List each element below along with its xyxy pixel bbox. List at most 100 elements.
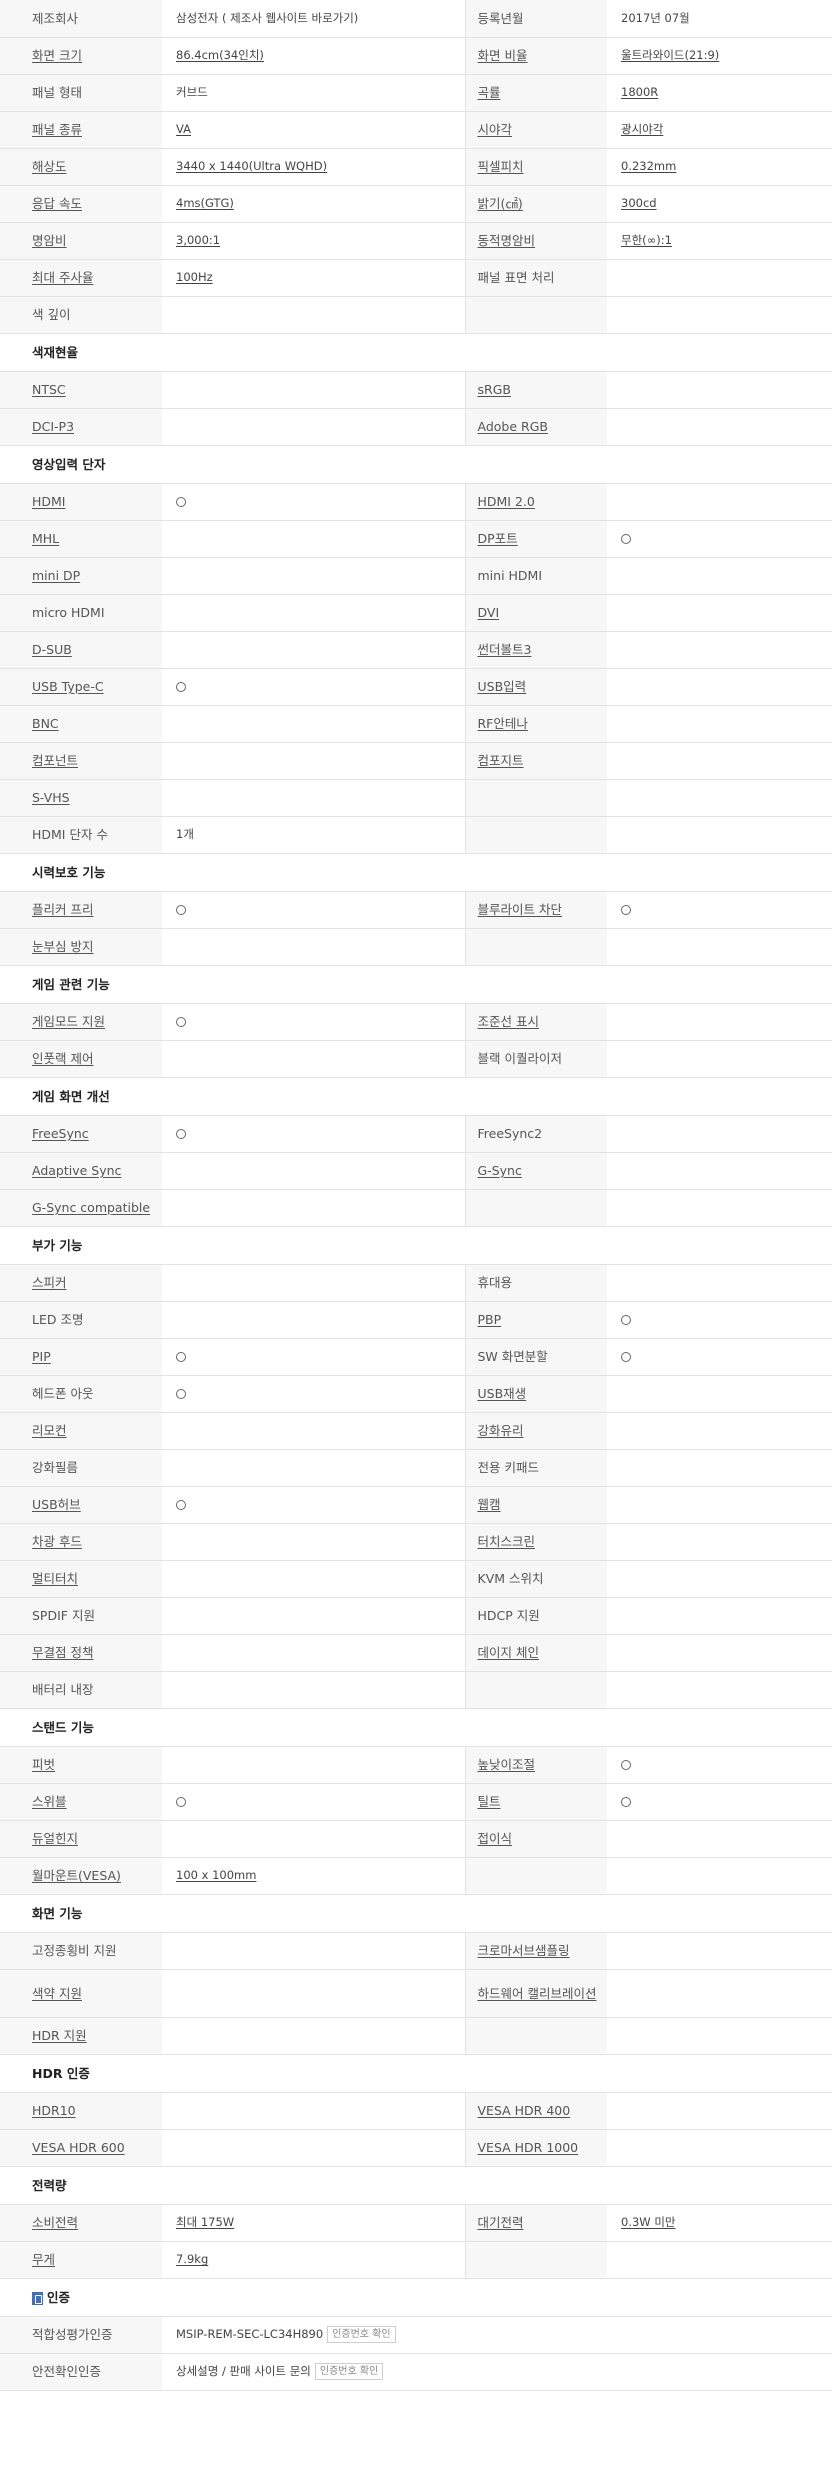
spec-value[interactable]: 무한(∞):1 [621, 233, 672, 247]
spec-label-vesa-hdr-1000[interactable]: VESA HDR 1000 [478, 2140, 579, 2155]
spec-label-화면-비율[interactable]: 화면 비율 [478, 48, 528, 63]
spec-value[interactable]: 울트라와이드(21:9) [621, 48, 719, 62]
spec-label-cell: Adobe RGB [464, 408, 607, 446]
spec-label-곡률[interactable]: 곡률 [478, 85, 501, 100]
spec-label-hdr10[interactable]: HDR10 [32, 2103, 76, 2118]
spec-label-터치스크린[interactable]: 터치스크린 [478, 1534, 536, 1549]
spec-label-cell: 스위블 [0, 1783, 162, 1821]
spec-label-pbp[interactable]: PBP [478, 1312, 502, 1327]
spec-label-틸트[interactable]: 틸트 [478, 1794, 501, 1809]
spec-label-s-vhs[interactable]: S-VHS [32, 790, 70, 805]
spec-label-최대-주사율[interactable]: 최대 주사율 [32, 270, 93, 285]
spec-label-듀얼힌지[interactable]: 듀얼힌지 [32, 1831, 78, 1846]
spec-label-d-sub[interactable]: D-SUB [32, 642, 72, 657]
spec-value[interactable]: 4ms(GTG) [176, 196, 234, 210]
spec-label-mini-dp[interactable]: mini DP [32, 568, 80, 583]
spec-value[interactable]: 0.232mm [621, 159, 676, 173]
section-title-text: 스탠드 기능 [32, 1719, 94, 1735]
cert-number-check-button[interactable]: 인증번호 확인 [327, 2326, 396, 2343]
spec-label-hdmi-2.0[interactable]: HDMI 2.0 [478, 494, 535, 509]
spec-label-usb-type-c[interactable]: USB Type-C [32, 679, 104, 694]
spec-label-소비전력[interactable]: 소비전력 [32, 2215, 78, 2230]
spec-label-시야각[interactable]: 시야각 [478, 122, 513, 137]
spec-label-썬더볼트3[interactable]: 썬더볼트3 [478, 642, 532, 657]
spec-label-adobe-rgb[interactable]: Adobe RGB [478, 419, 548, 434]
spec-label-인풋랙-제어[interactable]: 인풋랙 제어 [32, 1051, 93, 1066]
spec-label-차광-후드[interactable]: 차광 후드 [32, 1534, 82, 1549]
spec-label-리모컨[interactable]: 리모컨 [32, 1423, 67, 1438]
spec-label-usb허브[interactable]: USB허브 [32, 1497, 81, 1512]
spec-label-명암비[interactable]: 명암비 [32, 233, 67, 248]
spec-label-높낮이조절[interactable]: 높낮이조절 [478, 1757, 536, 1772]
spec-label-adaptive-sync[interactable]: Adaptive Sync [32, 1163, 121, 1178]
spec-label-dvi[interactable]: DVI [478, 605, 500, 620]
spec-label-화면-크기[interactable]: 화면 크기 [32, 48, 82, 63]
spec-label-플리커-프리[interactable]: 플리커 프리 [32, 902, 93, 917]
spec-label-srgb[interactable]: sRGB [478, 382, 511, 397]
spec-label-색약-지원[interactable]: 색약 지원 [32, 1986, 82, 2001]
spec-label-크로마서브샘플링[interactable]: 크로마서브샘플링 [478, 1943, 570, 1958]
spec-label-dp포트[interactable]: DP포트 [478, 531, 518, 546]
spec-value[interactable]: 100 x 100mm [176, 1868, 256, 1882]
spec-label-멀티터치[interactable]: 멀티터치 [32, 1571, 78, 1586]
spec-label-스피커[interactable]: 스피커 [32, 1275, 67, 1290]
spec-label-g-sync[interactable]: G-Sync [478, 1163, 522, 1178]
spec-value[interactable]: 최대 175W [176, 2215, 234, 2229]
spec-label-해상도[interactable]: 해상도 [32, 159, 67, 174]
spec-label-월마운트(vesa)[interactable]: 월마운트(VESA) [32, 1868, 121, 1883]
spec-label-스위블[interactable]: 스위블 [32, 1794, 67, 1809]
spec-label-게임모드-지원[interactable]: 게임모드 지원 [32, 1014, 105, 1029]
spec-label-무결점-정책[interactable]: 무결점 정책 [32, 1645, 93, 1660]
spec-label-hdmi[interactable]: HDMI [32, 494, 66, 509]
spec-label-hdr-지원[interactable]: HDR 지원 [32, 2028, 87, 2043]
spec-label-g-sync-compatible[interactable]: G-Sync compatible [32, 1200, 150, 1215]
spec-label-cell: 웹캠 [464, 1486, 607, 1524]
spec-label-usb재생[interactable]: USB재생 [478, 1386, 527, 1401]
spec-value-cell [607, 705, 832, 743]
spec-value[interactable]: 3,000:1 [176, 233, 220, 247]
spec-label-vesa-hdr-600[interactable]: VESA HDR 600 [32, 2140, 125, 2155]
spec-label-밝기(㎠)[interactable]: 밝기(㎠) [478, 196, 523, 211]
spec-label-픽셀피치[interactable]: 픽셀피치 [478, 159, 524, 174]
spec-label-패널-형태: 패널 형태 [32, 85, 82, 100]
spec-label-대기전력[interactable]: 대기전력 [478, 2215, 524, 2230]
spec-label-블루라이트-차단[interactable]: 블루라이트 차단 [478, 902, 562, 917]
spec-label-조준선-표시[interactable]: 조준선 표시 [478, 1014, 539, 1029]
spec-label-패널-종류[interactable]: 패널 종류 [32, 122, 82, 137]
spec-value[interactable]: 86.4cm(34인치) [176, 48, 264, 62]
spec-label-bnc[interactable]: BNC [32, 716, 59, 731]
spec-label-ntsc[interactable]: NTSC [32, 382, 66, 397]
spec-label-pip[interactable]: PIP [32, 1349, 51, 1364]
spec-value[interactable]: 7.9kg [176, 2252, 208, 2266]
spec-label-무게[interactable]: 무게 [32, 2252, 55, 2267]
spec-value[interactable]: 0.3W 미만 [621, 2215, 675, 2229]
cert-number-check-button[interactable]: 인증번호 확인 [314, 2363, 384, 2380]
spec-label-컴포지트[interactable]: 컴포지트 [478, 753, 524, 768]
spec-value[interactable]: 1800R [621, 85, 658, 99]
spec-value[interactable]: 광시야각 [621, 122, 663, 136]
spec-label-컴포넌트[interactable]: 컴포넌트 [32, 753, 78, 768]
spec-label-접이식[interactable]: 접이식 [478, 1831, 513, 1846]
spec-value: 커브드 [176, 85, 208, 99]
spec-label-눈부심-방지[interactable]: 눈부심 방지 [32, 939, 93, 954]
spec-value[interactable]: 100Hz [176, 270, 213, 284]
spec-label-usb입력[interactable]: USB입력 [478, 679, 527, 694]
spec-label-웹캠[interactable]: 웹캠 [478, 1497, 501, 1512]
spec-value[interactable]: 300cd [621, 196, 657, 210]
spec-label-vesa-hdr-400[interactable]: VESA HDR 400 [478, 2103, 571, 2118]
spec-row: mini DP mini HDMI [0, 557, 832, 595]
spec-label-하드웨어-캘리브레이션[interactable]: 하드웨어 캘리브레이션 [478, 1986, 598, 2001]
spec-label-mhl[interactable]: MHL [32, 531, 59, 546]
spec-value-cell: 3440 x 1440(Ultra WQHD) [162, 148, 466, 186]
spec-label-dci-p3[interactable]: DCI-P3 [32, 419, 74, 434]
spec-value[interactable]: VA [176, 122, 191, 136]
spec-row: USB허브 웹캠 [0, 1486, 832, 1524]
spec-label-동적명암비[interactable]: 동적명암비 [478, 233, 536, 248]
spec-label-피벗[interactable]: 피벗 [32, 1757, 55, 1772]
spec-value[interactable]: 3440 x 1440(Ultra WQHD) [176, 159, 327, 173]
spec-label-강화유리[interactable]: 강화유리 [478, 1423, 524, 1438]
spec-label-rf안테나[interactable]: RF안테나 [478, 716, 528, 731]
spec-label-데이지-체인[interactable]: 데이지 체인 [478, 1645, 539, 1660]
spec-label-응답-속도[interactable]: 응답 속도 [32, 196, 82, 211]
spec-label-freesync[interactable]: FreeSync [32, 1126, 89, 1141]
